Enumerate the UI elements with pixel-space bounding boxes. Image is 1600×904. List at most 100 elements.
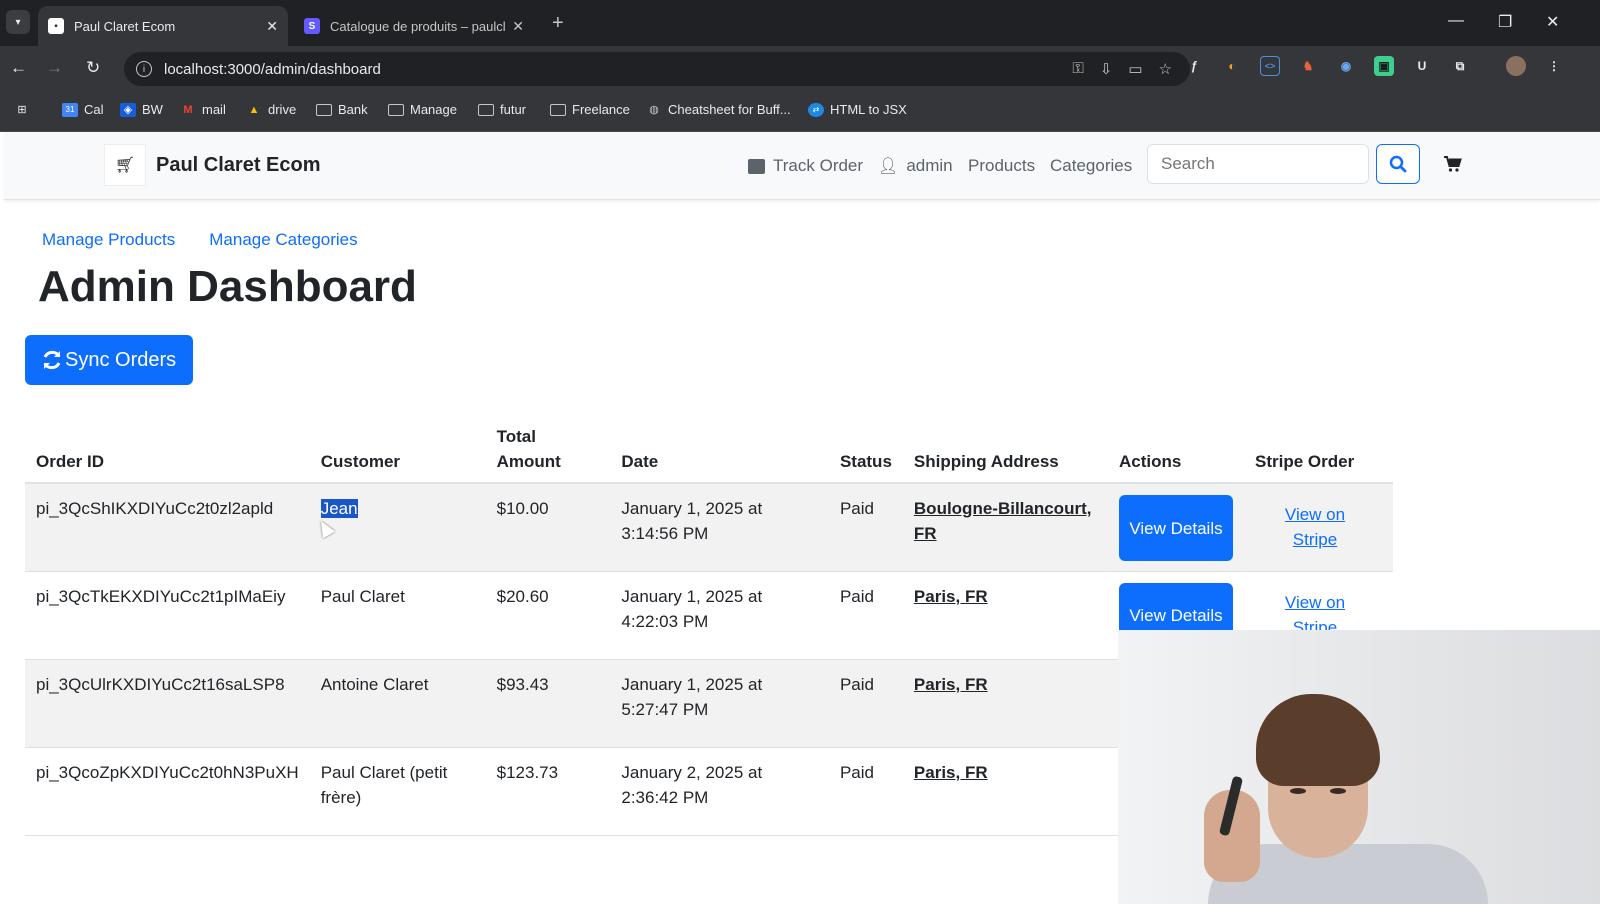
customer-cell: Paul Claret xyxy=(309,571,486,660)
amount-cell: $93.43 xyxy=(485,659,611,748)
bookmark-mail[interactable]: Mmail xyxy=(180,102,225,117)
shipping-address-link[interactable]: Paris, FR xyxy=(914,587,988,606)
extensions-puzzle-icon[interactable]: ⧉ xyxy=(1450,56,1470,76)
admin-links: Manage Products Manage Categories xyxy=(42,230,358,250)
profile-avatar[interactable] xyxy=(1506,56,1526,76)
header-actions: Actions xyxy=(1108,416,1244,484)
search-button[interactable] xyxy=(1376,144,1420,184)
bookmark-cal[interactable]: 31 Cal xyxy=(62,102,104,117)
folder-icon xyxy=(316,103,332,116)
bookmark-manage[interactable]: Manage xyxy=(388,102,457,117)
forward-icon[interactable]: → xyxy=(46,58,63,78)
minimize-icon[interactable]: — xyxy=(1448,12,1464,30)
status-cell: Paid xyxy=(828,659,903,748)
bookmark-futur[interactable]: futur xyxy=(478,102,526,117)
table-row: pi_3QcShIKXDIYuCc2t0zl2apld Jean $10.00 … xyxy=(25,483,1393,572)
extension-code-icon[interactable]: <> xyxy=(1260,56,1280,76)
actions-cell: View Details xyxy=(1108,483,1244,572)
restore-icon[interactable]: ❐ xyxy=(1498,12,1512,32)
close-tab-icon[interactable]: ✕ xyxy=(512,18,524,35)
nav-track-order[interactable]: Track Order xyxy=(748,156,863,176)
globe-icon: ◍ xyxy=(649,104,659,116)
tab-search-button[interactable]: ▾ xyxy=(6,10,30,34)
webcam-person-eye xyxy=(1290,788,1306,794)
order-id-cell: pi_3QcUlrKXDIYuCc2t16saLSP8 xyxy=(25,659,310,748)
bookmark-bw[interactable]: ◈ BW xyxy=(120,102,163,117)
bookmark-star-icon[interactable]: ☆ xyxy=(1159,60,1172,78)
address-cell: Paris, FR xyxy=(902,571,1108,660)
install-app-icon[interactable]: ⇩ xyxy=(1100,60,1113,78)
extension-fx-icon[interactable]: ƒ xyxy=(1184,56,1204,76)
sync-orders-button[interactable]: Sync Orders xyxy=(25,335,193,385)
search-input[interactable] xyxy=(1147,144,1369,184)
webcam-overlay xyxy=(1118,630,1600,904)
browser-toolbar: ← → ↻ i localhost:3000/admin/dashboard ⚿… xyxy=(0,46,1600,90)
address-cell: Paris, FR xyxy=(902,747,1108,836)
tab-paul-claret-ecom[interactable]: ▪ Paul Claret Ecom ✕ xyxy=(38,6,288,46)
sync-icon xyxy=(43,350,61,370)
extension-save-icon[interactable]: ▣ xyxy=(1374,56,1394,76)
manage-categories-link[interactable]: Manage Categories xyxy=(209,230,357,250)
shop-favicon-icon: ▪ xyxy=(48,18,64,34)
tab-title: Paul Claret Ecom xyxy=(74,18,176,34)
stripe-favicon-icon: S xyxy=(304,18,320,34)
extension-moon-icon[interactable]: ◐ xyxy=(1222,56,1242,76)
close-tab-icon[interactable]: ✕ xyxy=(266,18,278,35)
nav-categories[interactable]: Categories xyxy=(1050,156,1132,176)
bookmark-html-to-jsx[interactable]: ⇄ HTML to JSX xyxy=(808,102,907,117)
address-cell: Paris, FR xyxy=(902,659,1108,748)
nav-admin[interactable]: 👤︎ admin xyxy=(878,156,953,176)
gmail-icon: M xyxy=(183,103,193,116)
status-cell: Paid xyxy=(828,571,903,660)
payment-card-icon[interactable]: ▭ xyxy=(1128,60,1142,78)
status-cell: Paid xyxy=(828,747,903,836)
cart-icon[interactable] xyxy=(1444,156,1462,177)
shipping-address-link[interactable]: Boulogne-Billancourt, FR xyxy=(914,499,1092,543)
view-on-stripe-link[interactable]: View on Stripe xyxy=(1267,502,1363,552)
manage-products-link[interactable]: Manage Products xyxy=(42,230,175,250)
stripe-cell: View on Stripe xyxy=(1244,483,1393,572)
bookmark-freelance[interactable]: Freelance xyxy=(550,102,630,117)
reload-icon[interactable]: ↻ xyxy=(86,58,100,78)
shipping-address-link[interactable]: Paris, FR xyxy=(914,675,988,694)
site-navbar: 🛒︎ Paul Claret Ecom Track Order 👤︎ admin… xyxy=(4,132,1600,200)
customer-cell: Antoine Claret xyxy=(309,659,486,748)
bookmark-cheatsheet[interactable]: ◍ Cheatsheet for Buff... xyxy=(646,102,790,117)
customer-cell: Jean xyxy=(309,483,486,572)
tab-strip: ▾ ▪ Paul Claret Ecom ✕ S Catalogue de pr… xyxy=(0,0,1600,46)
status-cell: Paid xyxy=(828,483,903,572)
tab-catalogue[interactable]: S Catalogue de produits – paulcla ✕ xyxy=(294,6,534,46)
extension-globe-icon[interactable]: ◉ xyxy=(1336,56,1356,76)
transform-icon: ⇄ xyxy=(808,102,824,117)
user-icon: 👤︎ xyxy=(878,158,899,175)
sync-orders-label: Sync Orders xyxy=(65,348,177,371)
amount-cell: $20.60 xyxy=(485,571,611,660)
date-cell: January 2, 2025 at 2:36:42 PM xyxy=(610,747,829,836)
date-cell: January 1, 2025 at 4:22:03 PM xyxy=(610,571,829,660)
bookmark-bank[interactable]: Bank xyxy=(316,102,368,117)
shipping-address-link[interactable]: Paris, FR xyxy=(914,763,988,782)
header-total-amount: Total Amount xyxy=(485,416,611,484)
page-title: Admin Dashboard xyxy=(38,262,417,311)
close-window-icon[interactable]: ✕ xyxy=(1546,12,1559,32)
nav-products[interactable]: Products xyxy=(968,156,1035,176)
header-stripe-order: Stripe Order xyxy=(1244,416,1393,484)
browser-menu-icon[interactable]: ⋮ xyxy=(1544,56,1564,76)
extension-u-icon[interactable]: U xyxy=(1412,56,1432,76)
extension-fox-icon[interactable]: ♞ xyxy=(1298,56,1318,76)
header-shipping-address: Shipping Address xyxy=(902,416,1108,484)
bookmark-drive[interactable]: ▲ drive xyxy=(246,102,297,117)
brand-name[interactable]: Paul Claret Ecom xyxy=(156,154,321,177)
view-details-button[interactable]: View Details xyxy=(1119,495,1233,561)
apps-grid-icon[interactable]: ⊞ xyxy=(14,102,30,116)
address-bar[interactable]: i localhost:3000/admin/dashboard ⚿ ⇩ ▭ ☆ xyxy=(124,52,1190,86)
brand-logo-cart-icon[interactable]: 🛒︎ xyxy=(104,144,146,186)
webcam-person-eye xyxy=(1330,788,1346,794)
url-text: localhost:3000/admin/dashboard xyxy=(164,60,381,78)
site-info-icon[interactable]: i xyxy=(136,61,152,77)
back-icon[interactable]: ← xyxy=(10,58,27,78)
new-tab-icon[interactable]: + xyxy=(552,12,564,35)
password-key-icon[interactable]: ⚿ xyxy=(1072,60,1083,78)
tab-title: Catalogue de produits – paulcla xyxy=(330,18,507,34)
search-icon xyxy=(1389,155,1407,173)
